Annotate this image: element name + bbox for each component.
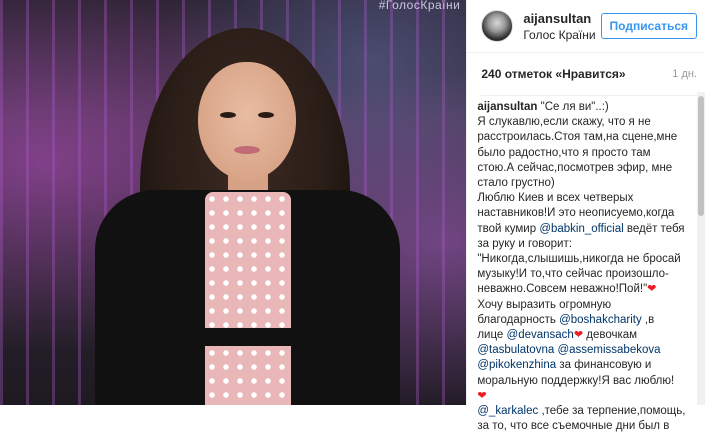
caption-text: за финансовую и (556, 359, 652, 372)
avatar[interactable] (481, 10, 514, 42)
mention-link[interactable]: @babkin_official (539, 223, 623, 235)
caption-line: ❤ (477, 389, 695, 404)
caption-line: расстроилась.Стоя там,на сцене,мне (477, 131, 678, 144)
photo-dress (205, 192, 291, 405)
photo-lips (234, 146, 260, 154)
caption-text: неважно.Совсем неважно!Пой!" (477, 283, 648, 296)
caption-username[interactable]: aijansultan (477, 101, 537, 113)
heart-emoji-icon: ❤ (477, 389, 487, 402)
caption-line: @tasbulatovna @assemissabekova (477, 343, 695, 358)
mention-link[interactable]: @devansach (507, 329, 574, 341)
caption-text: "Се ля ви"..:) (540, 101, 609, 113)
photo-eye-left (220, 112, 236, 118)
caption-line: твой кумир @babkin_official ведёт тебя (477, 222, 695, 237)
photo-face (198, 62, 296, 180)
mention-link[interactable]: @assemissabekova (557, 344, 660, 356)
instagram-post: #ГолосКраїни aijansultan Голос Країни По… (0, 0, 705, 432)
caption-line: "Никогда,слышишь,никогда не бросай (477, 253, 681, 266)
caption-line: наставников!И это неописуемо,когда (477, 207, 675, 220)
caption-line: за руку и говорит: (477, 237, 572, 250)
caption-line: было радостно,что я просто там (477, 146, 651, 159)
caption-line: стало грустно) (477, 177, 555, 190)
caption-line: благодарность @boshakcharity ,в (477, 313, 695, 328)
likes-row: 240 отметок «Нравится» 1 дн. (467, 53, 705, 95)
header-username[interactable]: aijansultan (523, 11, 600, 26)
caption-line: лице @devansach❤ девочкам (477, 328, 695, 343)
mention-link[interactable]: @_karkalec (477, 405, 538, 417)
caption-line: Люблю Киев и всех четверых (477, 192, 634, 205)
photo-eye-right (258, 112, 274, 118)
caption-line: моральную поддержку!Я вас люблю! (477, 374, 675, 387)
header-location[interactable]: Голос Країни (523, 28, 600, 42)
caption-text: твой кумир (477, 222, 540, 235)
mention-link[interactable]: @tasbulatovna (477, 344, 554, 356)
caption-line: за то, что все съемочные дни был в (477, 420, 670, 433)
mention-link[interactable]: @pikokenzhina (477, 359, 556, 371)
header-text: aijansultan Голос Країни (523, 11, 600, 42)
post-photo[interactable]: #ГолосКраїни (0, 0, 467, 405)
caption-line: Я слукавлю,если скажу, что я не (477, 116, 651, 129)
post-header: aijansultan Голос Країни Подписаться (467, 0, 705, 53)
mention-link[interactable]: @boshakcharity (559, 314, 642, 326)
caption-text: ведёт тебя (623, 222, 685, 235)
caption-line: стою.А сейчас,посмотрев эфир, мне (477, 161, 673, 174)
caption-line: @pikokenzhina за финансовую и (477, 358, 695, 373)
follow-button[interactable]: Подписаться (600, 13, 697, 39)
caption-line: музыку!И то,что сейчас произошло- (477, 268, 669, 281)
likes-count[interactable]: 240 отметок «Нравится» (481, 67, 625, 81)
caption-text: ,в (641, 313, 655, 326)
post-sidebar: aijansultan Голос Країни Подписаться 240… (466, 0, 705, 432)
post-time[interactable]: 1 дн. (672, 68, 697, 80)
caption-line: Хочу выразить огромную (477, 298, 612, 311)
caption-line: @_karkalec ,тебе за терпение,помощь, (477, 404, 695, 419)
heart-emoji-icon: ❤ (647, 283, 657, 296)
caption-text: девочкам (583, 329, 638, 342)
caption-line: aijansultan "Се ля ви"..:) (477, 100, 695, 115)
caption-line: неважно.Совсем неважно!Пой!"❤ (477, 282, 695, 297)
heart-emoji-icon: ❤ (573, 329, 584, 342)
caption-text: благодарность (477, 313, 560, 326)
photo-watermark: #ГолосКраїни (378, 0, 461, 12)
photo-belt (205, 328, 291, 346)
caption: aijansultan "Се ля ви"..:) Я слукавлю,ес… (467, 94, 705, 434)
scrollbar-thumb[interactable] (698, 96, 704, 216)
caption-text: ,тебе за терпение,помощь, (538, 405, 686, 418)
caption-text: лице (477, 329, 507, 342)
